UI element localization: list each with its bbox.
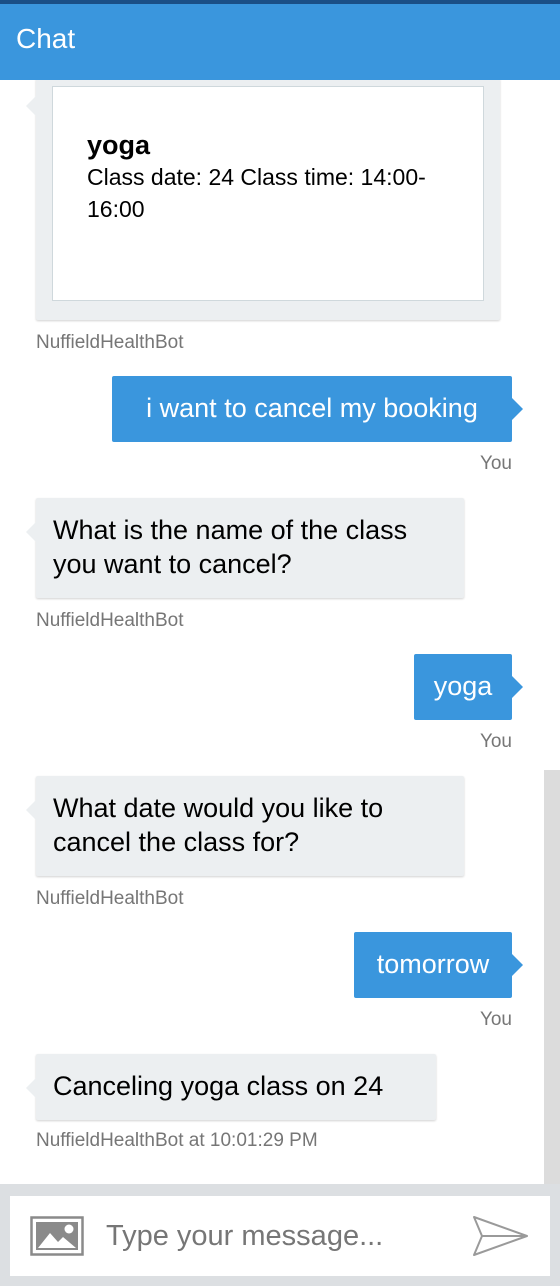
bot-message: Canceling yoga class on 24	[26, 1054, 436, 1120]
image-icon[interactable]	[30, 1216, 84, 1256]
message-input[interactable]	[106, 1212, 446, 1260]
user-message: tomorrow	[354, 932, 523, 998]
message-text: Canceling yoga class on 24	[53, 1071, 384, 1101]
bot-message: What is the name of the class you want t…	[26, 498, 464, 598]
message-text: What is the name of the class you want t…	[53, 515, 408, 579]
card-subtitle: Class date: 24 Class time: 14:00-16:00	[87, 164, 426, 222]
message-text: i want to cancel my booking	[146, 393, 478, 423]
message-input-box	[10, 1196, 550, 1276]
message-sender: You	[479, 1009, 512, 1030]
message-input-bar	[0, 1184, 560, 1286]
class-card[interactable]: yoga Class date: 24 Class time: 14:00-16…	[52, 86, 484, 301]
user-message: i want to cancel my booking	[112, 376, 523, 442]
message-sender: NuffieldHealthBot	[36, 332, 184, 353]
message-sender: NuffieldHealthBot	[36, 610, 184, 631]
message-text: What date would you like to cancel the c…	[53, 793, 384, 857]
chat-history[interactable]: yoga Class date: 24 Class time: 14:00-16…	[0, 80, 560, 1184]
message-sender: You	[479, 453, 512, 474]
send-icon[interactable]	[472, 1214, 530, 1258]
user-message: yoga	[414, 654, 523, 720]
message-text: yoga	[433, 671, 493, 701]
message-text: tomorrow	[376, 949, 490, 979]
bot-message: What date would you like to cancel the c…	[26, 776, 464, 876]
card-title: yoga	[87, 130, 151, 160]
message-sender: NuffieldHealthBot	[36, 888, 184, 909]
class-card-bubble: yoga Class date: 24 Class time: 14:00-16…	[26, 80, 500, 320]
scrollbar[interactable]	[544, 770, 560, 1184]
message-timestamp: NuffieldHealthBot at 10:01:29 PM	[36, 1130, 318, 1151]
header-title: Chat	[16, 23, 76, 54]
message-sender: You	[479, 731, 512, 752]
chat-header: Chat	[0, 4, 560, 80]
